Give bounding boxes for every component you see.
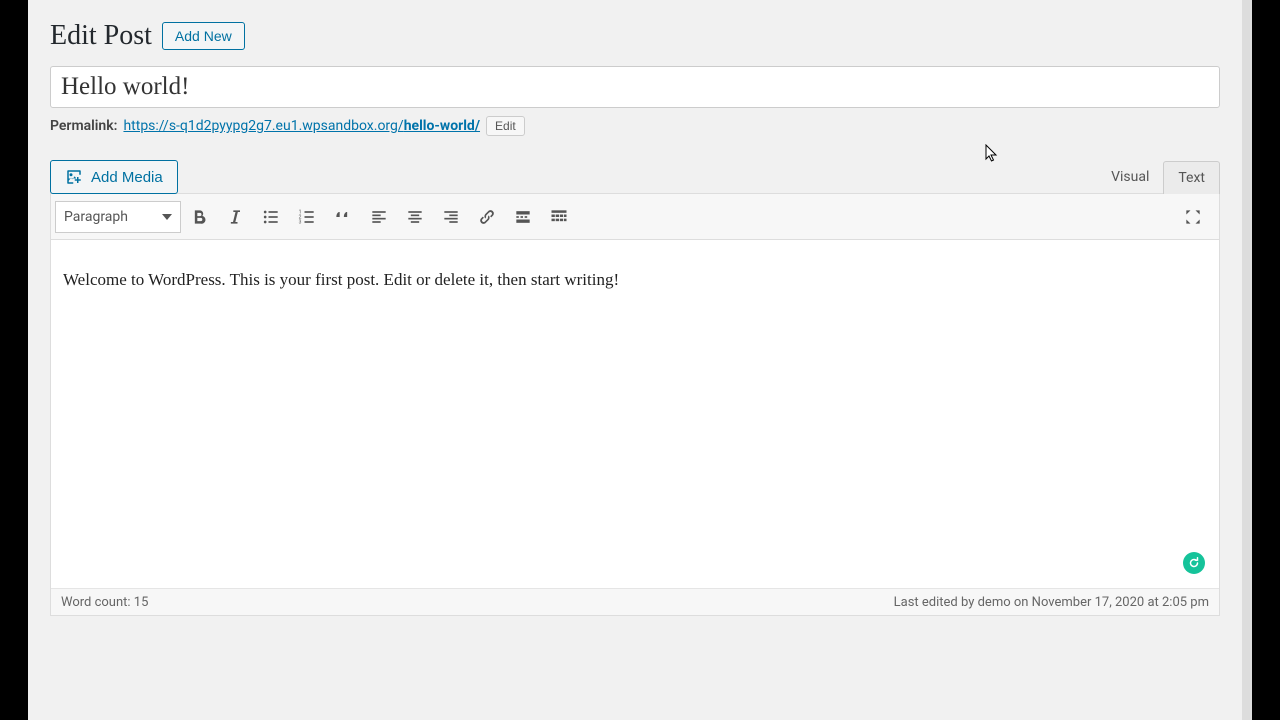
align-left-icon — [369, 207, 389, 227]
editor-tabs: Visual Text — [1097, 161, 1220, 194]
link-button[interactable] — [469, 199, 505, 235]
align-left-button[interactable] — [361, 199, 397, 235]
fullscreen-icon — [1183, 207, 1203, 227]
align-center-button[interactable] — [397, 199, 433, 235]
align-right-button[interactable] — [433, 199, 469, 235]
tab-text[interactable]: Text — [1163, 161, 1220, 194]
add-media-button[interactable]: Add Media — [50, 160, 178, 194]
align-right-icon — [441, 207, 461, 227]
grammarly-icon — [1187, 556, 1201, 570]
add-media-label: Add Media — [91, 169, 163, 186]
page-header: Edit Post Add New — [50, 20, 1252, 52]
permalink-label: Permalink: — [50, 118, 117, 134]
blockquote-button[interactable] — [325, 199, 361, 235]
content-area: Edit Post Add New Permalink: https://s-q… — [50, 0, 1252, 720]
post-content: Welcome to WordPress. This is your first… — [63, 270, 619, 289]
numbered-list-icon: 123 — [297, 207, 317, 227]
grammarly-badge[interactable] — [1183, 552, 1205, 574]
read-more-button[interactable] — [505, 199, 541, 235]
editor-status-bar: Word count: 15 Last edited by demo on No… — [51, 588, 1219, 615]
bold-icon — [189, 207, 209, 227]
svg-text:3: 3 — [299, 219, 302, 225]
editor: Paragraph 123 — [50, 193, 1220, 616]
read-more-icon — [513, 207, 533, 227]
numbered-list-button[interactable]: 123 — [289, 199, 325, 235]
permalink-link[interactable]: https://s-q1d2pyypg2g7.eu1.wpsandbox.org… — [123, 118, 480, 134]
editor-toolbar: Paragraph 123 — [51, 194, 1219, 240]
last-edited: Last edited by demo on November 17, 2020… — [894, 595, 1209, 610]
tab-visual[interactable]: Visual — [1097, 161, 1163, 194]
bullet-list-button[interactable] — [253, 199, 289, 235]
align-center-icon — [405, 207, 425, 227]
italic-icon — [225, 207, 245, 227]
add-new-button[interactable]: Add New — [162, 22, 245, 50]
fullscreen-button[interactable] — [1175, 199, 1211, 235]
app-stage: Edit Post Add New Permalink: https://s-q… — [28, 0, 1252, 720]
media-icon — [65, 168, 83, 186]
quote-icon — [333, 207, 353, 227]
permalink-slug: hello-world/ — [404, 118, 480, 134]
bullet-list-icon — [261, 207, 281, 227]
bold-button[interactable] — [181, 199, 217, 235]
italic-button[interactable] — [217, 199, 253, 235]
toolbar-toggle-button[interactable] — [541, 199, 577, 235]
post-title-input[interactable] — [50, 66, 1220, 108]
editor-body[interactable]: Welcome to WordPress. This is your first… — [51, 240, 1219, 588]
toolbar-toggle-icon — [549, 207, 569, 227]
link-icon — [477, 207, 497, 227]
media-tabs-row: Add Media Visual Text — [50, 160, 1220, 194]
page-title: Edit Post — [50, 20, 152, 52]
word-count: Word count: 15 — [61, 595, 148, 610]
permalink-row: Permalink: https://s-q1d2pyypg2g7.eu1.wp… — [50, 116, 1252, 136]
edit-permalink-button[interactable]: Edit — [486, 116, 525, 136]
format-select-label: Paragraph — [64, 209, 128, 225]
format-select[interactable]: Paragraph — [55, 201, 181, 233]
chevron-down-icon — [162, 214, 172, 220]
permalink-base: https://s-q1d2pyypg2g7.eu1.wpsandbox.org… — [123, 118, 403, 134]
